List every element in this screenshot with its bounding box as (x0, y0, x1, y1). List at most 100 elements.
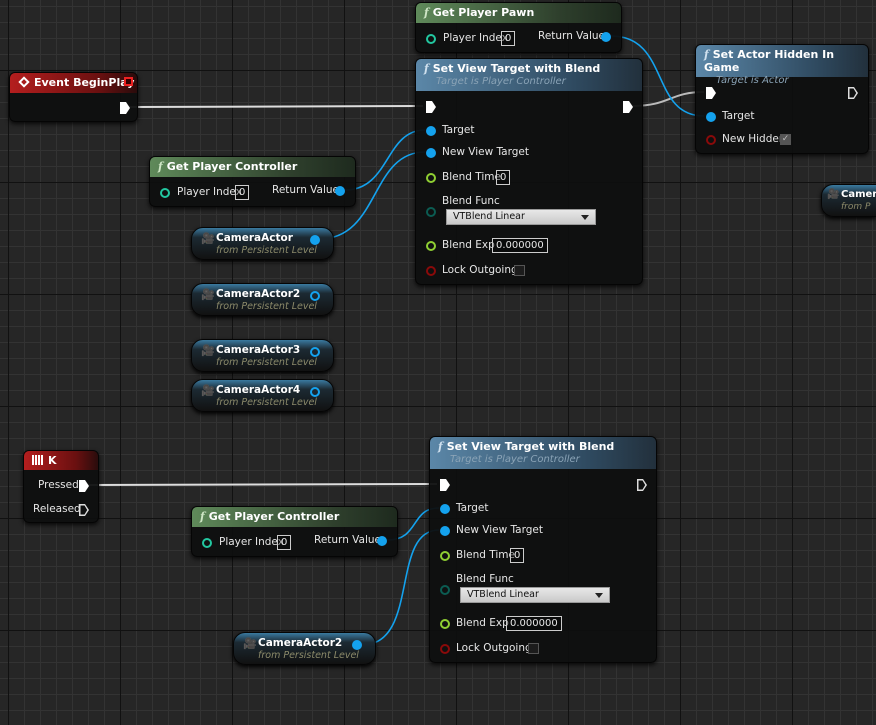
new-hidden-pin[interactable] (706, 135, 716, 145)
output-pin[interactable] (310, 347, 320, 357)
player-index-pin[interactable] (202, 538, 212, 548)
target-pin[interactable] (706, 112, 716, 122)
camera-actor-variable-node[interactable]: 🎥 CameraActor4 from Persistent Level (191, 379, 334, 412)
get-player-pawn-node[interactable]: f Get Player Pawn Player Index 0 Return V… (415, 2, 622, 53)
variable-name: CameraActor4 (216, 384, 301, 396)
pressed-exec-pin[interactable] (79, 480, 89, 492)
node-title: Get Player Controller (166, 160, 298, 173)
exec-in-pin[interactable] (706, 87, 716, 99)
delegate-pin-icon[interactable] (124, 77, 133, 86)
camera-icon: 🎥 (201, 232, 215, 245)
blend-func-label: Blend Func (442, 195, 500, 207)
exec-wire (87, 483, 438, 486)
function-icon: f (200, 510, 205, 523)
camera-actor-variable-node[interactable]: 🎥 CameraActor3 from Persistent Level (191, 339, 334, 372)
blend-exp-input[interactable]: 0.000000 (492, 238, 548, 253)
set-actor-hidden-in-game-node[interactable]: f Set Actor Hidden In Game Target is Actor… (695, 44, 869, 154)
variable-name: CameraActor (216, 232, 293, 244)
variable-source: from Persistent Level (216, 357, 317, 368)
return-value-pin[interactable] (377, 536, 387, 546)
variable-name: Camer (841, 189, 876, 200)
node-header: f Set View Target with Blend Target is Pla… (430, 437, 656, 469)
lock-outgoing-pin[interactable] (426, 266, 436, 276)
blend-func-pin[interactable] (440, 585, 450, 595)
return-value-label: Return Value (314, 534, 382, 546)
output-pin[interactable] (310, 235, 320, 245)
variable-name: CameraActor3 (216, 344, 301, 356)
return-value-pin[interactable] (601, 32, 611, 42)
target-pin[interactable] (426, 126, 436, 136)
exec-out-pin[interactable] (848, 87, 858, 99)
blend-time-label: Blend Time (442, 171, 501, 183)
lock-outgoing-pin[interactable] (440, 644, 450, 654)
player-index-label: Player Index (219, 536, 284, 548)
function-icon: f (704, 48, 709, 61)
exec-out-pin[interactable] (637, 479, 647, 491)
variable-source: from Persistent Level (258, 650, 359, 661)
get-player-controller-node[interactable]: f Get Player Controller Player Index 0 Re… (191, 506, 398, 557)
blend-time-pin[interactable] (426, 173, 436, 183)
node-title: Get Player Pawn (432, 6, 535, 19)
blend-time-pin[interactable] (440, 551, 450, 561)
player-index-input[interactable]: 0 (501, 31, 516, 46)
node-header: f Set View Target with Blend Target is Pla… (416, 59, 642, 91)
new-view-target-pin[interactable] (426, 148, 436, 158)
new-view-target-label: New View Target (456, 524, 543, 536)
output-pin[interactable] (352, 640, 362, 650)
blend-exp-input[interactable]: 0.000000 (506, 616, 562, 631)
camera-actor-variable-node[interactable]: 🎥 CameraActor from Persistent Level (191, 227, 334, 260)
node-title: Set View Target with Blend (432, 62, 601, 75)
return-value-pin[interactable] (335, 186, 345, 196)
lock-outgoing-label: Lock Outgoing (456, 642, 532, 654)
blend-exp-pin[interactable] (426, 241, 436, 251)
exec-out-pin[interactable] (623, 101, 633, 113)
camera-icon: 🎥 (243, 637, 257, 650)
released-exec-pin[interactable] (79, 504, 89, 516)
set-view-target-with-blend-node[interactable]: f Set View Target with Blend Target is Pla… (415, 58, 643, 285)
new-view-target-pin[interactable] (440, 526, 450, 536)
released-label: Released (33, 503, 81, 515)
get-player-controller-node[interactable]: f Get Player Controller Player Index 0 Re… (149, 156, 356, 207)
blend-exp-label: Blend Exp (442, 239, 495, 251)
lock-outgoing-checkbox[interactable] (528, 643, 539, 654)
object-wire (344, 129, 426, 191)
key-k-event-node[interactable]: K Pressed Released (23, 450, 99, 523)
camera-icon: 🎥 (201, 288, 215, 301)
blend-exp-pin[interactable] (440, 619, 450, 629)
camera-actor-variable-node[interactable]: 🎥 CameraActor2 from Persistent Level (233, 632, 376, 665)
variable-name: CameraActor2 (216, 288, 301, 300)
player-index-label: Player Index (177, 186, 242, 198)
blend-func-dropdown[interactable]: VTBlend Linear (446, 209, 596, 225)
event-begin-play-node[interactable]: Event BeginPlay (9, 72, 138, 122)
lock-outgoing-checkbox[interactable] (514, 265, 525, 276)
player-index-pin[interactable] (160, 188, 170, 198)
player-index-pin[interactable] (426, 34, 436, 44)
return-value-label: Return Value (538, 30, 606, 42)
camera-actor-variable-node[interactable]: 🎥 Camer from P (821, 184, 876, 217)
player-index-input[interactable]: 0 (277, 535, 292, 550)
output-pin[interactable] (310, 387, 320, 397)
set-view-target-with-blend-node[interactable]: f Set View Target with Blend Target is Pla… (429, 436, 657, 663)
exec-in-pin[interactable] (440, 479, 450, 491)
node-header: Event BeginPlay (10, 73, 137, 93)
output-pin[interactable] (310, 291, 320, 301)
exec-in-pin[interactable] (426, 101, 436, 113)
node-subtitle: Target is Actor (716, 75, 789, 86)
node-subtitle: Target is Player Controller (450, 454, 580, 465)
camera-actor-variable-node[interactable]: 🎥 CameraActor2 from Persistent Level (191, 283, 334, 316)
blend-time-input[interactable]: 0 (496, 170, 511, 185)
blend-time-input[interactable]: 0 (510, 548, 525, 563)
lock-outgoing-label: Lock Outgoing (442, 264, 518, 276)
node-header: f Get Player Controller (192, 507, 397, 527)
node-title: Set Actor Hidden In Game (704, 48, 835, 74)
blend-func-pin[interactable] (426, 207, 436, 217)
blend-time-label: Blend Time (456, 549, 515, 561)
player-index-input[interactable]: 0 (235, 185, 250, 200)
exec-out-pin[interactable] (120, 102, 130, 114)
node-title: Event BeginPlay (34, 76, 135, 89)
event-diamond-icon (18, 76, 30, 88)
new-hidden-checkbox[interactable]: ✓ (780, 134, 791, 145)
target-pin[interactable] (440, 504, 450, 514)
node-header: K (24, 451, 98, 470)
blend-func-dropdown[interactable]: VTBlend Linear (460, 587, 610, 603)
